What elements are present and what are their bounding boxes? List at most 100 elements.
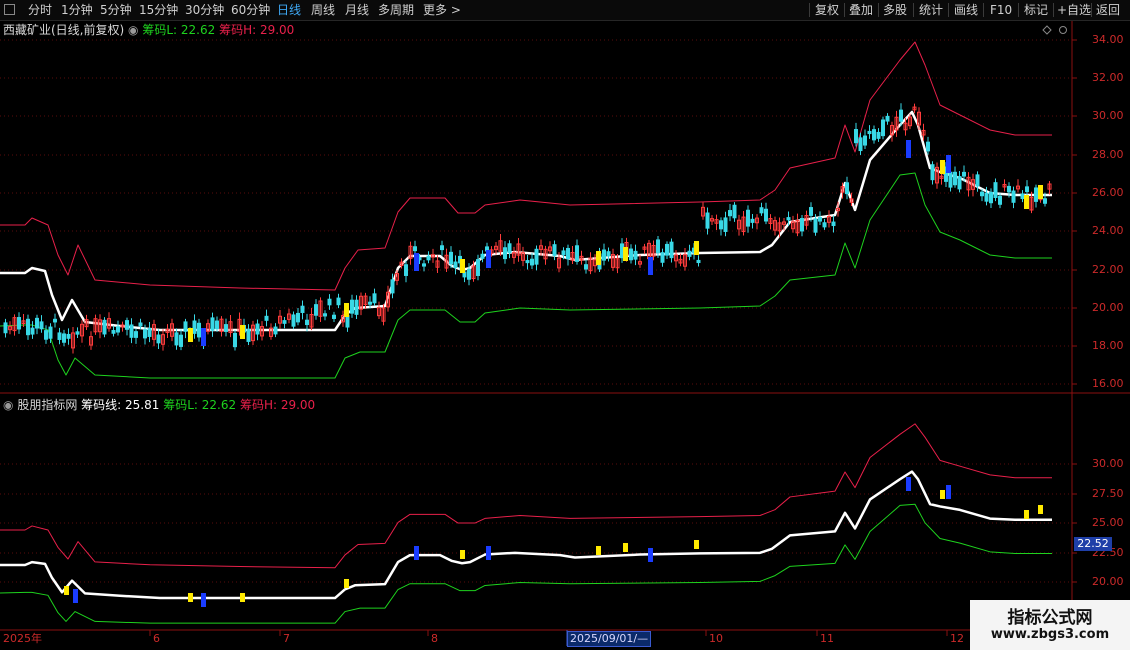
candle-body (296, 312, 300, 323)
multi-stock-button[interactable]: 多股 (883, 2, 907, 18)
tab-timeshare[interactable]: 分时 (28, 2, 52, 18)
candle-body (629, 248, 633, 261)
candle-body (305, 319, 309, 326)
tab-daily[interactable]: 日线 (277, 2, 301, 18)
candle-body (669, 241, 674, 259)
mark-button[interactable]: 标记 (1024, 2, 1048, 18)
candle-body (728, 210, 732, 217)
candle-body (75, 331, 80, 335)
candle-body (179, 334, 183, 347)
chip-high-line (0, 423, 1052, 569)
candle-body (962, 171, 966, 177)
toolbar-divider (844, 3, 845, 17)
candle-body (759, 207, 764, 214)
candle-body (467, 268, 471, 280)
x-tick-label: 11 (820, 632, 834, 645)
candle-body (390, 279, 395, 294)
candle-body (858, 137, 863, 152)
candle-body (953, 171, 957, 186)
chart-canvas[interactable] (0, 0, 1130, 650)
candle-body (503, 247, 507, 260)
tab-1min[interactable]: 1分钟 (61, 2, 93, 18)
candle-body (948, 171, 953, 188)
candle-body (453, 261, 458, 269)
signal-marker (188, 328, 193, 342)
y-tick-label: 20.00 (1092, 575, 1124, 588)
candle-body (111, 330, 116, 334)
candle-body (723, 217, 728, 232)
candle-body (291, 314, 296, 327)
candle-body (989, 191, 993, 204)
candle-body (993, 182, 998, 198)
stock-name[interactable]: 西藏矿业(日线,前复权) (3, 23, 124, 37)
candle-body (183, 321, 188, 332)
candle-body (525, 260, 530, 264)
settings-chevron-icon[interactable]: ◉ (128, 23, 138, 37)
window-corner-icon[interactable] (4, 4, 15, 15)
candle-body (800, 218, 804, 232)
candle-body (1011, 190, 1016, 203)
signal-marker (64, 586, 69, 595)
candle-body (116, 326, 120, 333)
chip-high-value: 筹码H: 29.00 (239, 398, 316, 412)
diamond-icon (1042, 25, 1052, 35)
toolbar-divider (809, 3, 810, 17)
chip-high-value: 筹码H: 29.00 (219, 23, 295, 37)
tab-30min[interactable]: 30分钟 (185, 2, 224, 18)
candle-body (215, 320, 219, 330)
candle-body (660, 252, 665, 263)
candle-body (30, 327, 35, 335)
toolbar-divider (1091, 3, 1092, 17)
candle-body (696, 259, 701, 264)
signal-marker (694, 241, 699, 255)
signal-marker (648, 257, 653, 275)
candle-body (926, 141, 930, 152)
tab-multi-period[interactable]: 多周期 (378, 2, 414, 18)
y-tick-label: 34.00 (1092, 33, 1124, 46)
tab-5min[interactable]: 5分钟 (100, 2, 132, 18)
candle-body (975, 174, 980, 187)
candle-body (764, 208, 768, 222)
restore-rights-button[interactable]: 复权 (815, 2, 839, 18)
candle-body (552, 244, 557, 256)
signal-marker (1024, 195, 1029, 209)
candle-body (809, 207, 813, 216)
candle-body (26, 318, 30, 336)
signal-marker (344, 579, 349, 588)
signal-marker (906, 140, 911, 158)
candle-body (17, 317, 21, 330)
tab-more[interactable]: 更多 > (423, 2, 461, 18)
candle-body (980, 191, 984, 197)
draw-line-button[interactable]: 画线 (954, 2, 978, 18)
statistics-button[interactable]: 统计 (919, 2, 943, 18)
back-button[interactable]: 返回 (1096, 2, 1120, 18)
signal-marker (623, 543, 628, 552)
tab-monthly[interactable]: 月线 (345, 2, 369, 18)
x-tick-label: 8 (431, 632, 438, 645)
signal-marker (460, 259, 465, 273)
signal-marker (240, 593, 245, 602)
tab-60min[interactable]: 60分钟 (231, 2, 270, 18)
candle-body (3, 322, 8, 334)
tab-15min[interactable]: 15分钟 (139, 2, 178, 18)
candle-body (102, 319, 107, 335)
overlay-button[interactable]: 叠加 (849, 2, 873, 18)
candle-body (125, 320, 129, 330)
signal-marker (1038, 505, 1043, 514)
f10-button[interactable]: F10 (990, 2, 1012, 18)
candle-body (1034, 187, 1038, 202)
candle-body (413, 246, 417, 252)
settings-chevron-icon[interactable]: ◉ (3, 398, 13, 412)
add-watchlist-button[interactable]: +自选 (1057, 2, 1091, 18)
tab-weekly[interactable]: 周线 (311, 2, 335, 18)
candle-body (602, 249, 606, 261)
candle-body (134, 331, 138, 338)
x-tick-label: 7 (283, 632, 290, 645)
candle-body (705, 212, 710, 229)
current-value-badge: 22.52 (1074, 537, 1112, 551)
candle-body (422, 263, 426, 267)
watermark-title: 指标公式网 (1007, 608, 1093, 628)
indicator-name[interactable]: 股朋指标网 (17, 398, 77, 412)
candle-body (746, 209, 750, 227)
candle-body (885, 115, 890, 122)
